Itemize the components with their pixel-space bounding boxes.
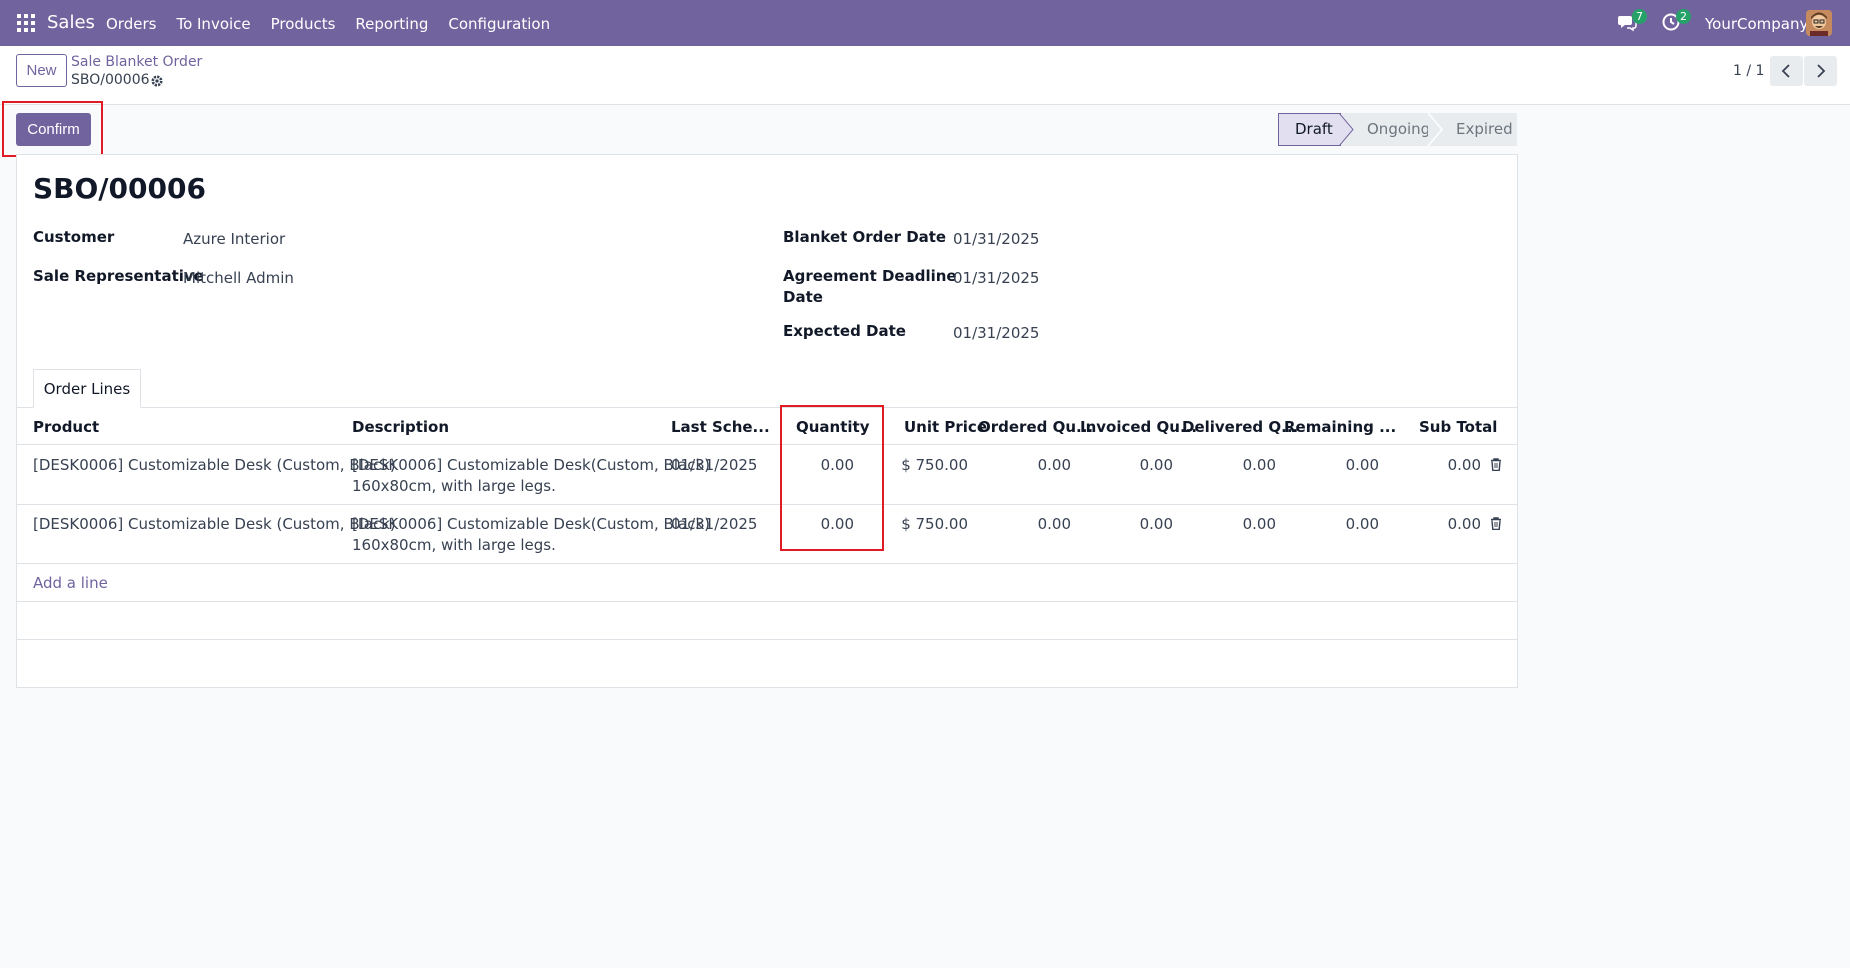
unit-price-cell[interactable]: $ 750.00 [880,515,968,533]
col-sub-total[interactable]: Sub Total [1419,418,1497,436]
add-line-link[interactable]: Add a line [33,574,108,592]
row-border [17,601,1517,602]
invoiced-qty-cell: 0.00 [1139,456,1173,474]
expected-date-field[interactable]: 01/31/2025 [953,324,1039,342]
company-switcher[interactable]: YourCompany [1705,15,1808,33]
col-remaining-qty[interactable]: Remaining ... [1284,418,1396,436]
product-cell[interactable]: [DESK0006] Customizable Desk (Custom, Bl… [33,515,396,533]
invoiced-qty-cell: 0.00 [1139,515,1173,533]
col-ordered-qty[interactable]: Ordered Qu... [978,418,1093,436]
delete-row-icon[interactable] [1490,517,1502,530]
order-date-label: Blanket Order Date [783,228,947,246]
activity-count-badge: 2 [1676,9,1691,24]
col-last-scheduled[interactable]: Last Sche... [671,418,770,436]
product-cell[interactable]: [DESK0006] Customizable Desk (Custom, Bl… [33,456,396,474]
description-cell[interactable]: [DESK0006] Customizable Desk(Custom, Bla… [352,515,710,533]
expected-date-label: Expected Date [783,322,906,340]
user-avatar[interactable] [1806,10,1832,36]
stage-arrow-1 [1339,113,1354,146]
date-cell[interactable]: 01/31/2025 [671,515,757,533]
menu-to-invoice[interactable]: To Invoice [176,15,250,33]
col-invoiced-qty[interactable]: Invoiced Qu... [1080,418,1197,436]
main-menu: Orders To Invoice Products Reporting Con… [106,15,570,33]
pager-previous-button[interactable] [1770,56,1803,86]
pager-next-button[interactable] [1804,56,1837,86]
col-product[interactable]: Product [33,418,99,436]
chevron-right-icon [1817,64,1826,78]
delivered-qty-cell: 0.00 [1242,515,1276,533]
gear-icon[interactable] [150,74,164,88]
rep-field[interactable]: Mitchell Admin [183,269,294,287]
col-unit-price[interactable]: Unit Price [904,418,987,436]
apps-grid-icon[interactable] [17,14,35,32]
confirm-highlight-box [2,101,103,157]
description-cell[interactable]: [DESK0006] Customizable Desk(Custom, Bla… [352,456,710,474]
deadline-label-line2: Date [783,288,823,306]
tab-order-lines[interactable]: Order Lines [33,369,141,408]
control-panel: New Sale Blanket Order SBO/00006 1 / 1 [0,46,1850,105]
stage-draft[interactable]: Draft [1278,113,1341,146]
page-title: SBO/00006 [33,172,206,205]
ordered-qty-cell: 0.00 [1037,456,1071,474]
subtotal-cell: 0.00 [1447,515,1481,533]
customer-label: Customer [33,228,115,246]
new-button[interactable]: New [16,54,67,87]
stage-arrow-2 [1428,113,1443,146]
deadline-field[interactable]: 01/31/2025 [953,269,1039,287]
date-cell[interactable]: 01/31/2025 [671,456,757,474]
chevron-left-icon [1781,64,1790,78]
pager-counter[interactable]: 1 / 1 [1733,63,1764,79]
menu-orders[interactable]: Orders [106,15,156,33]
rep-label: Sale Representative [33,267,204,285]
chat-count-badge: 7 [1632,9,1647,24]
deadline-label: Agreement Deadline [783,267,957,285]
row-border [17,504,1517,505]
delete-row-icon[interactable] [1490,458,1502,471]
col-delivered-qty[interactable]: Delivered Q... [1182,418,1298,436]
customer-field[interactable]: Azure Interior [183,230,285,248]
unit-price-cell[interactable]: $ 750.00 [880,456,968,474]
quantity-highlight-box [780,405,884,551]
menu-reporting[interactable]: Reporting [355,15,428,33]
status-bar: Draft Ongoing Expired [1278,113,1517,146]
subtotal-cell: 0.00 [1447,456,1481,474]
menu-configuration[interactable]: Configuration [448,15,550,33]
description-cell-line2[interactable]: 160x80cm, with large legs. [352,536,556,554]
menu-products[interactable]: Products [271,15,336,33]
tab-underline [17,407,1517,408]
delivered-qty-cell: 0.00 [1242,456,1276,474]
remaining-qty-cell: 0.00 [1345,515,1379,533]
row-border [17,639,1517,640]
breadcrumb-current: SBO/00006 [71,72,150,88]
col-description[interactable]: Description [352,418,449,436]
breadcrumb-parent[interactable]: Sale Blanket Order [71,54,202,70]
header-border [17,444,1517,445]
order-date-field[interactable]: 01/31/2025 [953,230,1039,248]
remaining-qty-cell: 0.00 [1345,456,1379,474]
top-navbar: Sales Orders To Invoice Products Reporti… [0,0,1850,46]
description-cell-line2[interactable]: 160x80cm, with large legs. [352,477,556,495]
app-name[interactable]: Sales [47,12,95,33]
ordered-qty-cell: 0.00 [1037,515,1071,533]
row-border [17,563,1517,564]
